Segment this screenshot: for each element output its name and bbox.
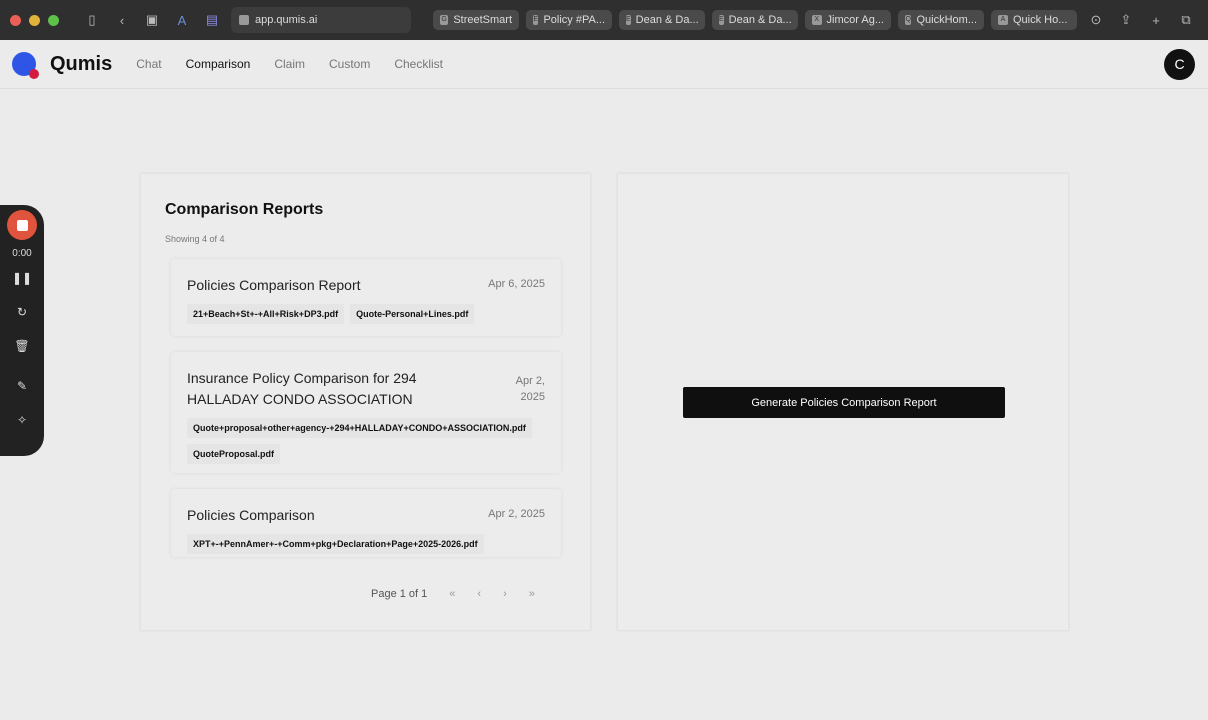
report-card[interactable]: Insurance Policy Comparison for 294 HALL… xyxy=(171,352,561,473)
report-date: Apr 6, 2025 xyxy=(488,278,545,290)
download-icon[interactable]: ⊙ xyxy=(1085,12,1107,28)
browser-tab[interactable]: G StreetSmart xyxy=(433,10,519,30)
nav-comparison[interactable]: Comparison xyxy=(186,57,251,71)
stop-recording-button[interactable] xyxy=(7,210,37,240)
report-date: Apr 2, 2025 xyxy=(515,375,545,403)
tab-label: Dean & Da... xyxy=(728,14,792,26)
tab-favicon: A xyxy=(998,15,1008,25)
report-title: Policies Comparison xyxy=(187,507,315,523)
pagination: Page 1 of 1 « ‹ › » xyxy=(371,588,535,600)
tab-label: Jimcor Ag... xyxy=(826,14,884,26)
report-card[interactable]: Policies Comparison Report Apr 6, 2025 2… xyxy=(171,259,561,336)
generate-panel: Generate Policies Comparison Report xyxy=(617,173,1069,631)
trash-icon[interactable]: 🗑 xyxy=(14,339,29,353)
panel-title: Comparison Reports xyxy=(165,201,324,218)
browser-tab[interactable]: Q QuickHom... xyxy=(898,10,984,30)
report-title: Policies Comparison Report xyxy=(187,277,361,293)
nav-chat[interactable]: Chat xyxy=(136,57,161,71)
user-avatar[interactable]: C xyxy=(1164,49,1195,80)
close-window-button[interactable] xyxy=(10,14,21,26)
tab-overview-icon[interactable]: ⧉ xyxy=(1175,12,1197,28)
browser-tab[interactable]: E Policy #PA... xyxy=(526,10,612,30)
app-header: Qumis Chat Comparison Claim Custom Check… xyxy=(0,40,1208,89)
nav-claim[interactable]: Claim xyxy=(274,57,305,71)
showing-count: Showing 4 of 4 xyxy=(165,234,225,244)
comparison-reports-panel: Comparison Reports Showing 4 of 4 Polici… xyxy=(140,173,591,631)
nav-checklist[interactable]: Checklist xyxy=(394,57,443,71)
file-chip: Quote+proposal+other+agency-+294+HALLADA… xyxy=(187,418,532,438)
browser-toolbar: ▯ ‹ ▣ A ▤ app.qumis.ai G StreetSmart E Pol… xyxy=(0,0,1208,40)
tab-favicon: G xyxy=(440,15,449,25)
file-chip: QuoteProposal.pdf xyxy=(187,444,280,464)
last-page-button[interactable]: » xyxy=(529,588,535,600)
site-favicon xyxy=(239,15,249,25)
tab-label: Policy #PA... xyxy=(543,14,605,26)
new-tab-icon[interactable]: + xyxy=(1145,13,1167,28)
browser-tab[interactable]: E Dean & Da... xyxy=(712,10,798,30)
next-page-button[interactable]: › xyxy=(503,588,507,600)
page-indicator: Page 1 of 1 xyxy=(371,588,428,600)
browser-tab[interactable]: X Jimcor Ag... xyxy=(805,10,891,30)
tab-label: QuickHom... xyxy=(916,14,977,26)
pause-icon[interactable]: ❚❚ xyxy=(12,271,32,285)
effects-icon[interactable]: ✧ xyxy=(17,413,27,427)
tab-label: Quick Ho... xyxy=(1013,14,1068,26)
report-date: Apr 2, 2025 xyxy=(488,508,545,520)
extension-icon[interactable]: ▣ xyxy=(141,12,163,28)
report-card[interactable]: Policies Comparison Apr 2, 2025 XPT+-+Pe… xyxy=(171,489,561,557)
restart-icon[interactable]: ↻ xyxy=(17,305,27,319)
minimize-window-button[interactable] xyxy=(29,14,40,26)
tab-favicon: E xyxy=(626,15,631,25)
qumis-logo xyxy=(12,52,39,79)
url-text: app.qumis.ai xyxy=(255,14,318,26)
brand-name: Qumis xyxy=(50,52,113,75)
file-chip: 21+Beach+St+-+All+Risk+DP3.pdf xyxy=(187,304,345,324)
screen-recorder-widget: 0:00 ❚❚ ↻ 🗑 ✎ ✧ xyxy=(0,205,44,456)
tab-label: Dean & Da... xyxy=(635,14,699,26)
sidebar-toggle-icon[interactable]: ▯ xyxy=(81,12,103,28)
tab-favicon: E xyxy=(719,15,724,25)
file-chip: Quote-Personal+Lines.pdf xyxy=(350,304,475,324)
extension-app-icon[interactable]: ▤ xyxy=(201,12,223,28)
first-page-button[interactable]: « xyxy=(449,588,455,600)
recording-time: 0:00 xyxy=(12,248,32,259)
report-title: Insurance Policy Comparison for 294 HALL… xyxy=(187,370,417,407)
maximize-window-button[interactable] xyxy=(48,14,59,26)
generate-report-button[interactable]: Generate Policies Comparison Report xyxy=(683,387,1005,418)
nav-custom[interactable]: Custom xyxy=(329,57,370,71)
tab-favicon: X xyxy=(812,15,822,25)
address-bar[interactable]: app.qumis.ai xyxy=(231,7,411,33)
tab-label: StreetSmart xyxy=(453,14,512,26)
browser-tab[interactable]: E Dean & Da... xyxy=(619,10,705,30)
file-chip: XPT+-+PennAmer+-+Comm+pkg+Declaration+Pa… xyxy=(187,534,484,554)
prev-page-button[interactable]: ‹ xyxy=(477,588,481,600)
browser-tab[interactable]: A Quick Ho... xyxy=(991,10,1077,30)
tab-favicon: Q xyxy=(905,15,912,25)
share-icon[interactable]: ⇪ xyxy=(1115,12,1137,28)
back-icon[interactable]: ‹ xyxy=(111,13,133,28)
extension-a-icon[interactable]: A xyxy=(171,13,193,28)
pencil-icon[interactable]: ✎ xyxy=(17,379,27,393)
tab-favicon: E xyxy=(533,15,539,25)
